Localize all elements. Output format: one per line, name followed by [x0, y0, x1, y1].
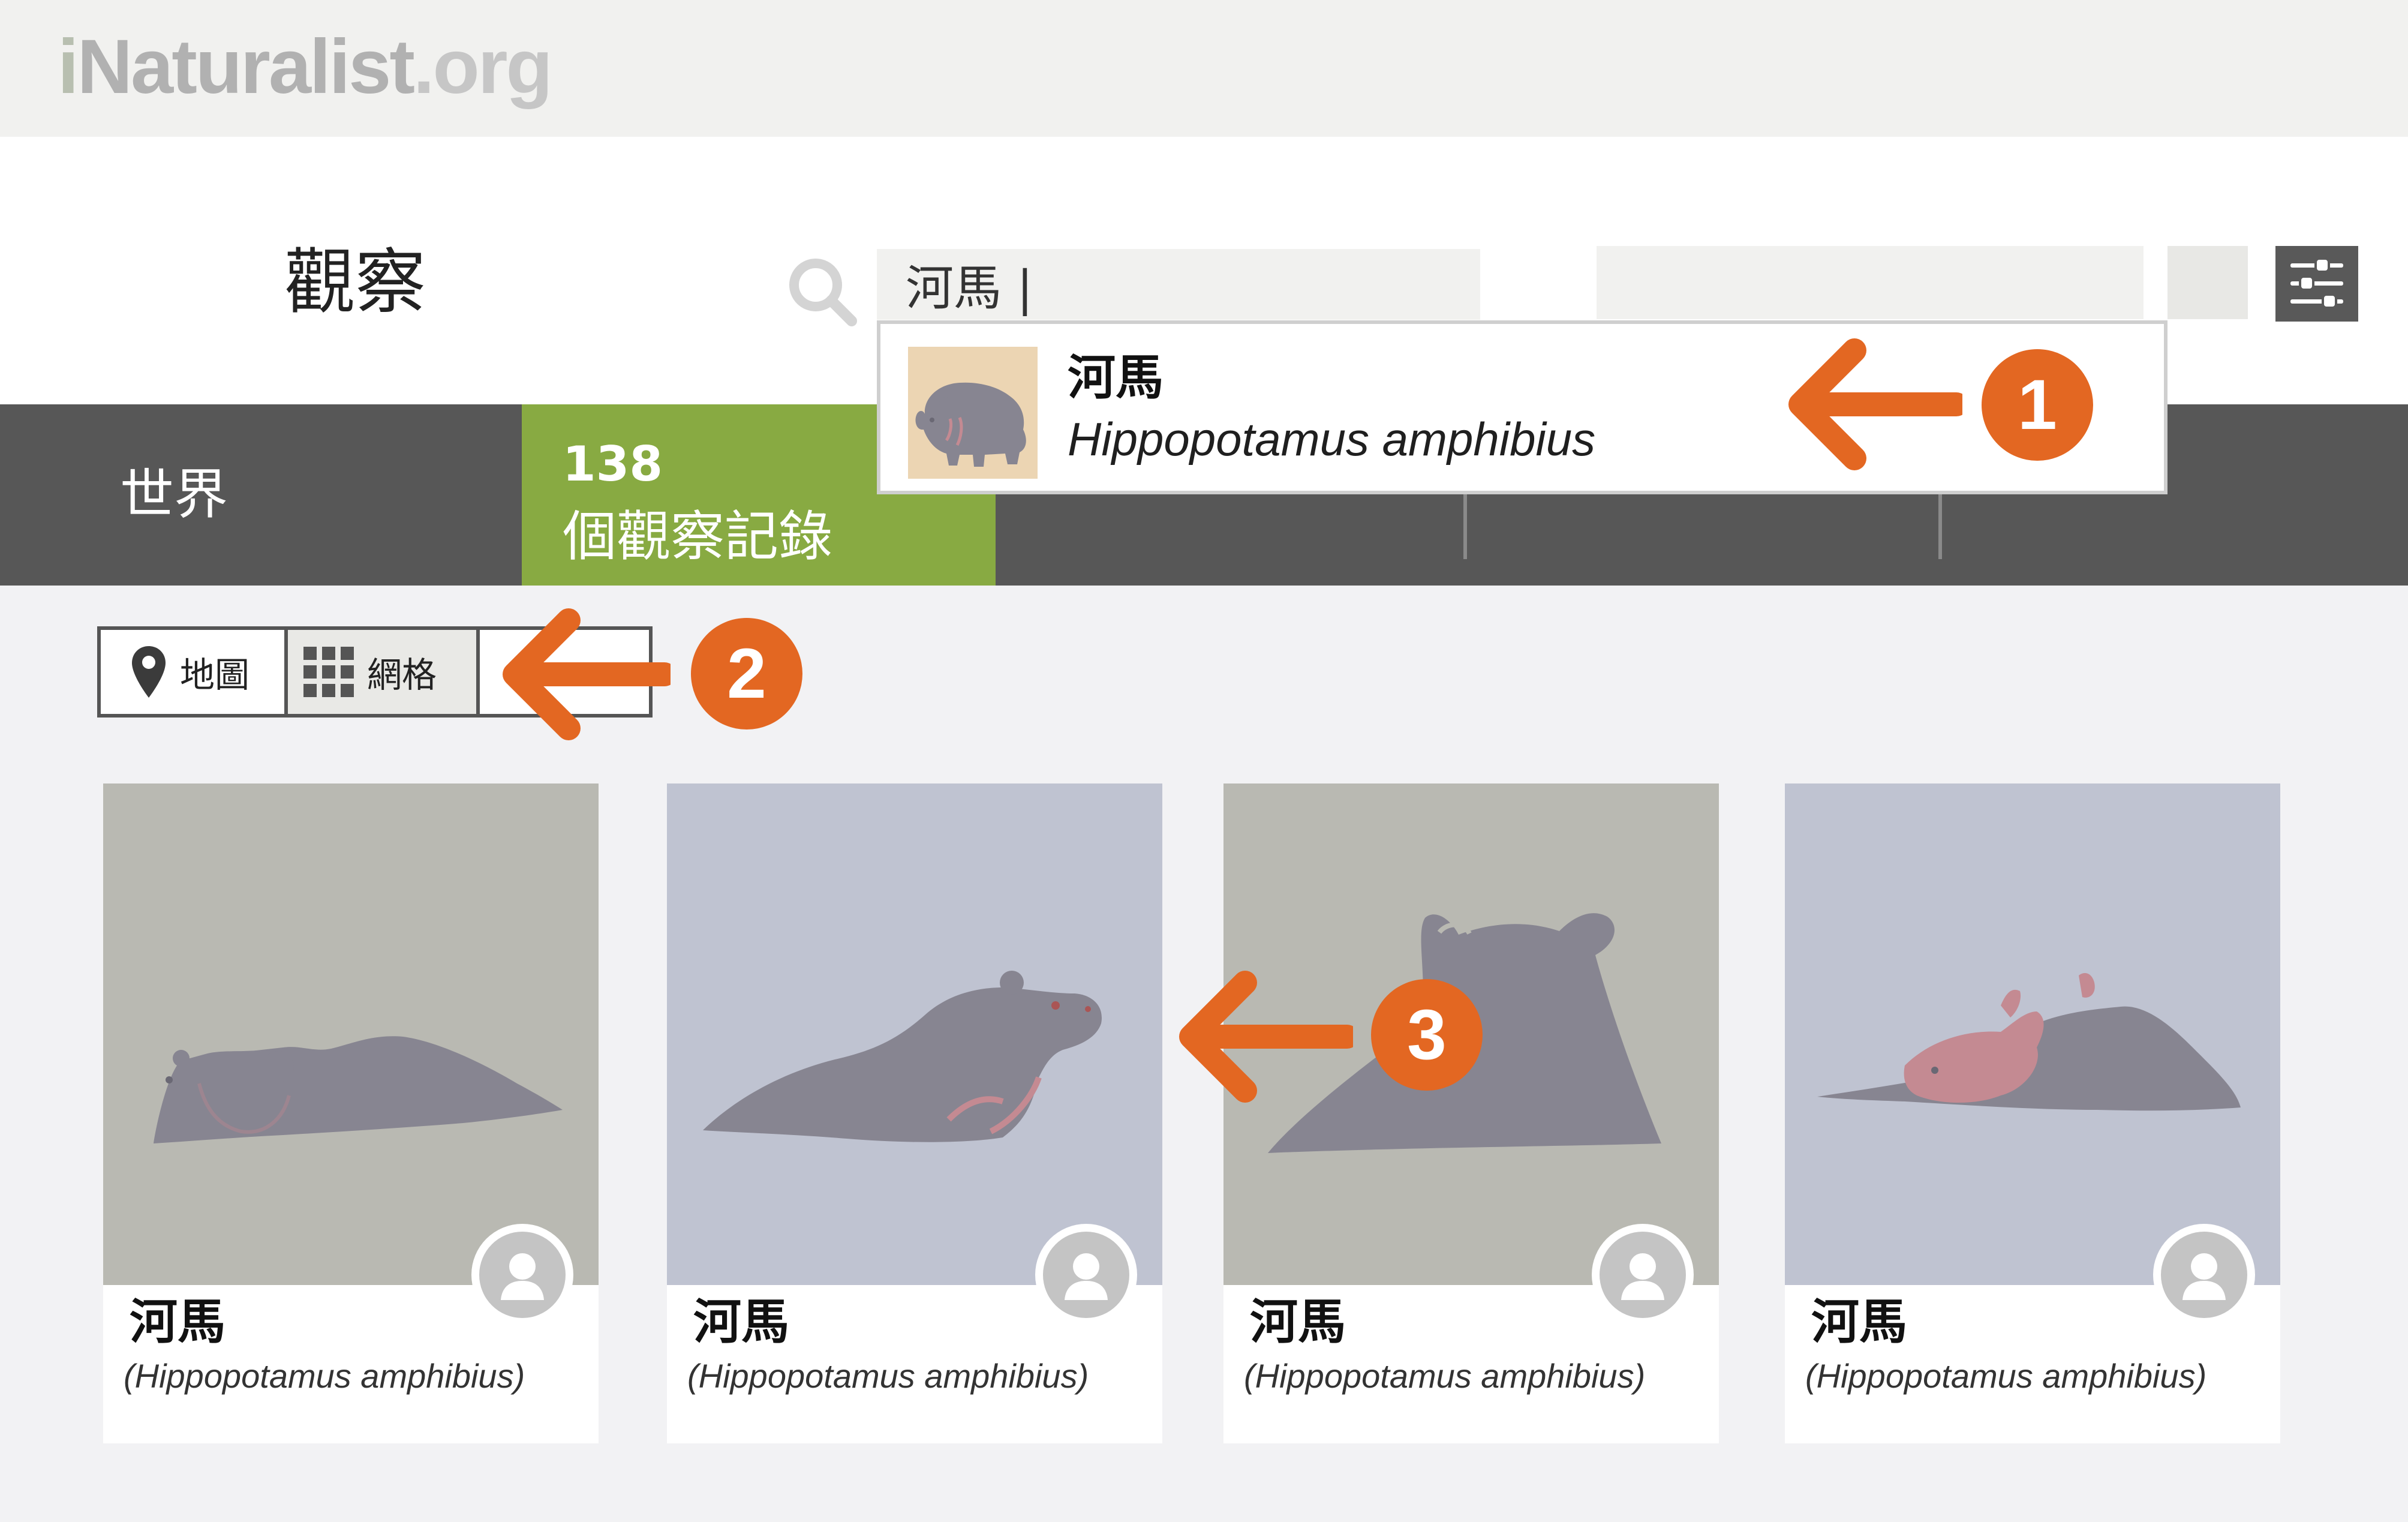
- inaturalist-logo[interactable]: iNaturalist.org: [58, 13, 553, 121]
- search-icon[interactable]: [786, 255, 858, 327]
- autocomplete-result[interactable]: 河馬 Hippopotamus amphibius: [880, 324, 2164, 491]
- tab-divider: [1463, 494, 1467, 559]
- annotation-arrow-icon: [1788, 338, 1962, 470]
- go-button[interactable]: [2167, 246, 2248, 319]
- annotation-badge-1: 1: [1982, 349, 2093, 461]
- autocomplete-scientific-name: Hippopotamus amphibius: [1068, 413, 1596, 466]
- annotation-arrow-icon: [1179, 971, 1353, 1103]
- filters-button[interactable]: [2275, 246, 2358, 322]
- species-search-input[interactable]: [877, 249, 1480, 320]
- map-view-label: 地圖: [180, 655, 250, 695]
- autocomplete-common-name: 河馬: [1068, 350, 1164, 406]
- region-label: 世界: [120, 463, 228, 526]
- page-title: 觀察: [284, 241, 426, 323]
- observations-label: 個觀察記錄: [563, 505, 832, 568]
- card-common-name[interactable]: 河馬: [130, 1292, 226, 1352]
- user-avatar[interactable]: [1035, 1224, 1137, 1326]
- user-avatar[interactable]: [1592, 1224, 1694, 1326]
- card-scientific-name: (Hippopotamus amphibius): [1244, 1357, 1646, 1395]
- grid-view-label: 網格: [367, 655, 437, 695]
- card-common-name[interactable]: 河馬: [693, 1292, 789, 1352]
- annotation-badge-2: 2: [691, 618, 802, 730]
- card-common-name[interactable]: 河馬: [1250, 1292, 1346, 1352]
- grid-view-button[interactable]: 網格: [288, 630, 480, 714]
- card-scientific-name: (Hippopotamus amphibius): [1805, 1357, 2207, 1395]
- sliders-icon: [2290, 257, 2343, 309]
- user-icon: [1043, 1232, 1129, 1318]
- observations-count: 138: [563, 436, 663, 492]
- user-icon: [479, 1232, 566, 1318]
- place-search-input[interactable]: [1597, 246, 2144, 319]
- observation-photo[interactable]: [1785, 783, 2280, 1285]
- map-pin-icon: [132, 646, 166, 698]
- card-scientific-name: (Hippopotamus amphibius): [687, 1357, 1089, 1395]
- card-common-name[interactable]: 河馬: [1811, 1292, 1907, 1352]
- card-scientific-name: (Hippopotamus amphibius): [124, 1357, 525, 1395]
- observation-photo[interactable]: [667, 783, 1162, 1285]
- user-avatar[interactable]: [2153, 1224, 2255, 1326]
- autocomplete-dropdown: 河馬 Hippopotamus amphibius: [877, 320, 2167, 494]
- observation-card[interactable]: 河馬 (Hippopotamus amphibius): [667, 783, 1162, 1443]
- observation-photo[interactable]: [103, 783, 599, 1285]
- tab-divider: [1938, 494, 1942, 559]
- user-icon: [1600, 1232, 1686, 1318]
- observation-card[interactable]: 河馬 (Hippopotamus amphibius): [1223, 783, 1719, 1443]
- hippo-thumbnail: [908, 347, 1038, 479]
- annotation-badge-3: 3: [1371, 979, 1483, 1091]
- grid-icon: [303, 647, 354, 697]
- observation-card[interactable]: 河馬 (Hippopotamus amphibius): [103, 783, 599, 1443]
- user-avatar[interactable]: [471, 1224, 573, 1326]
- annotation-arrow-icon: [503, 608, 671, 740]
- map-view-button[interactable]: 地圖: [101, 630, 288, 714]
- observation-card[interactable]: 河馬 (Hippopotamus amphibius): [1785, 783, 2280, 1443]
- user-icon: [2161, 1232, 2247, 1318]
